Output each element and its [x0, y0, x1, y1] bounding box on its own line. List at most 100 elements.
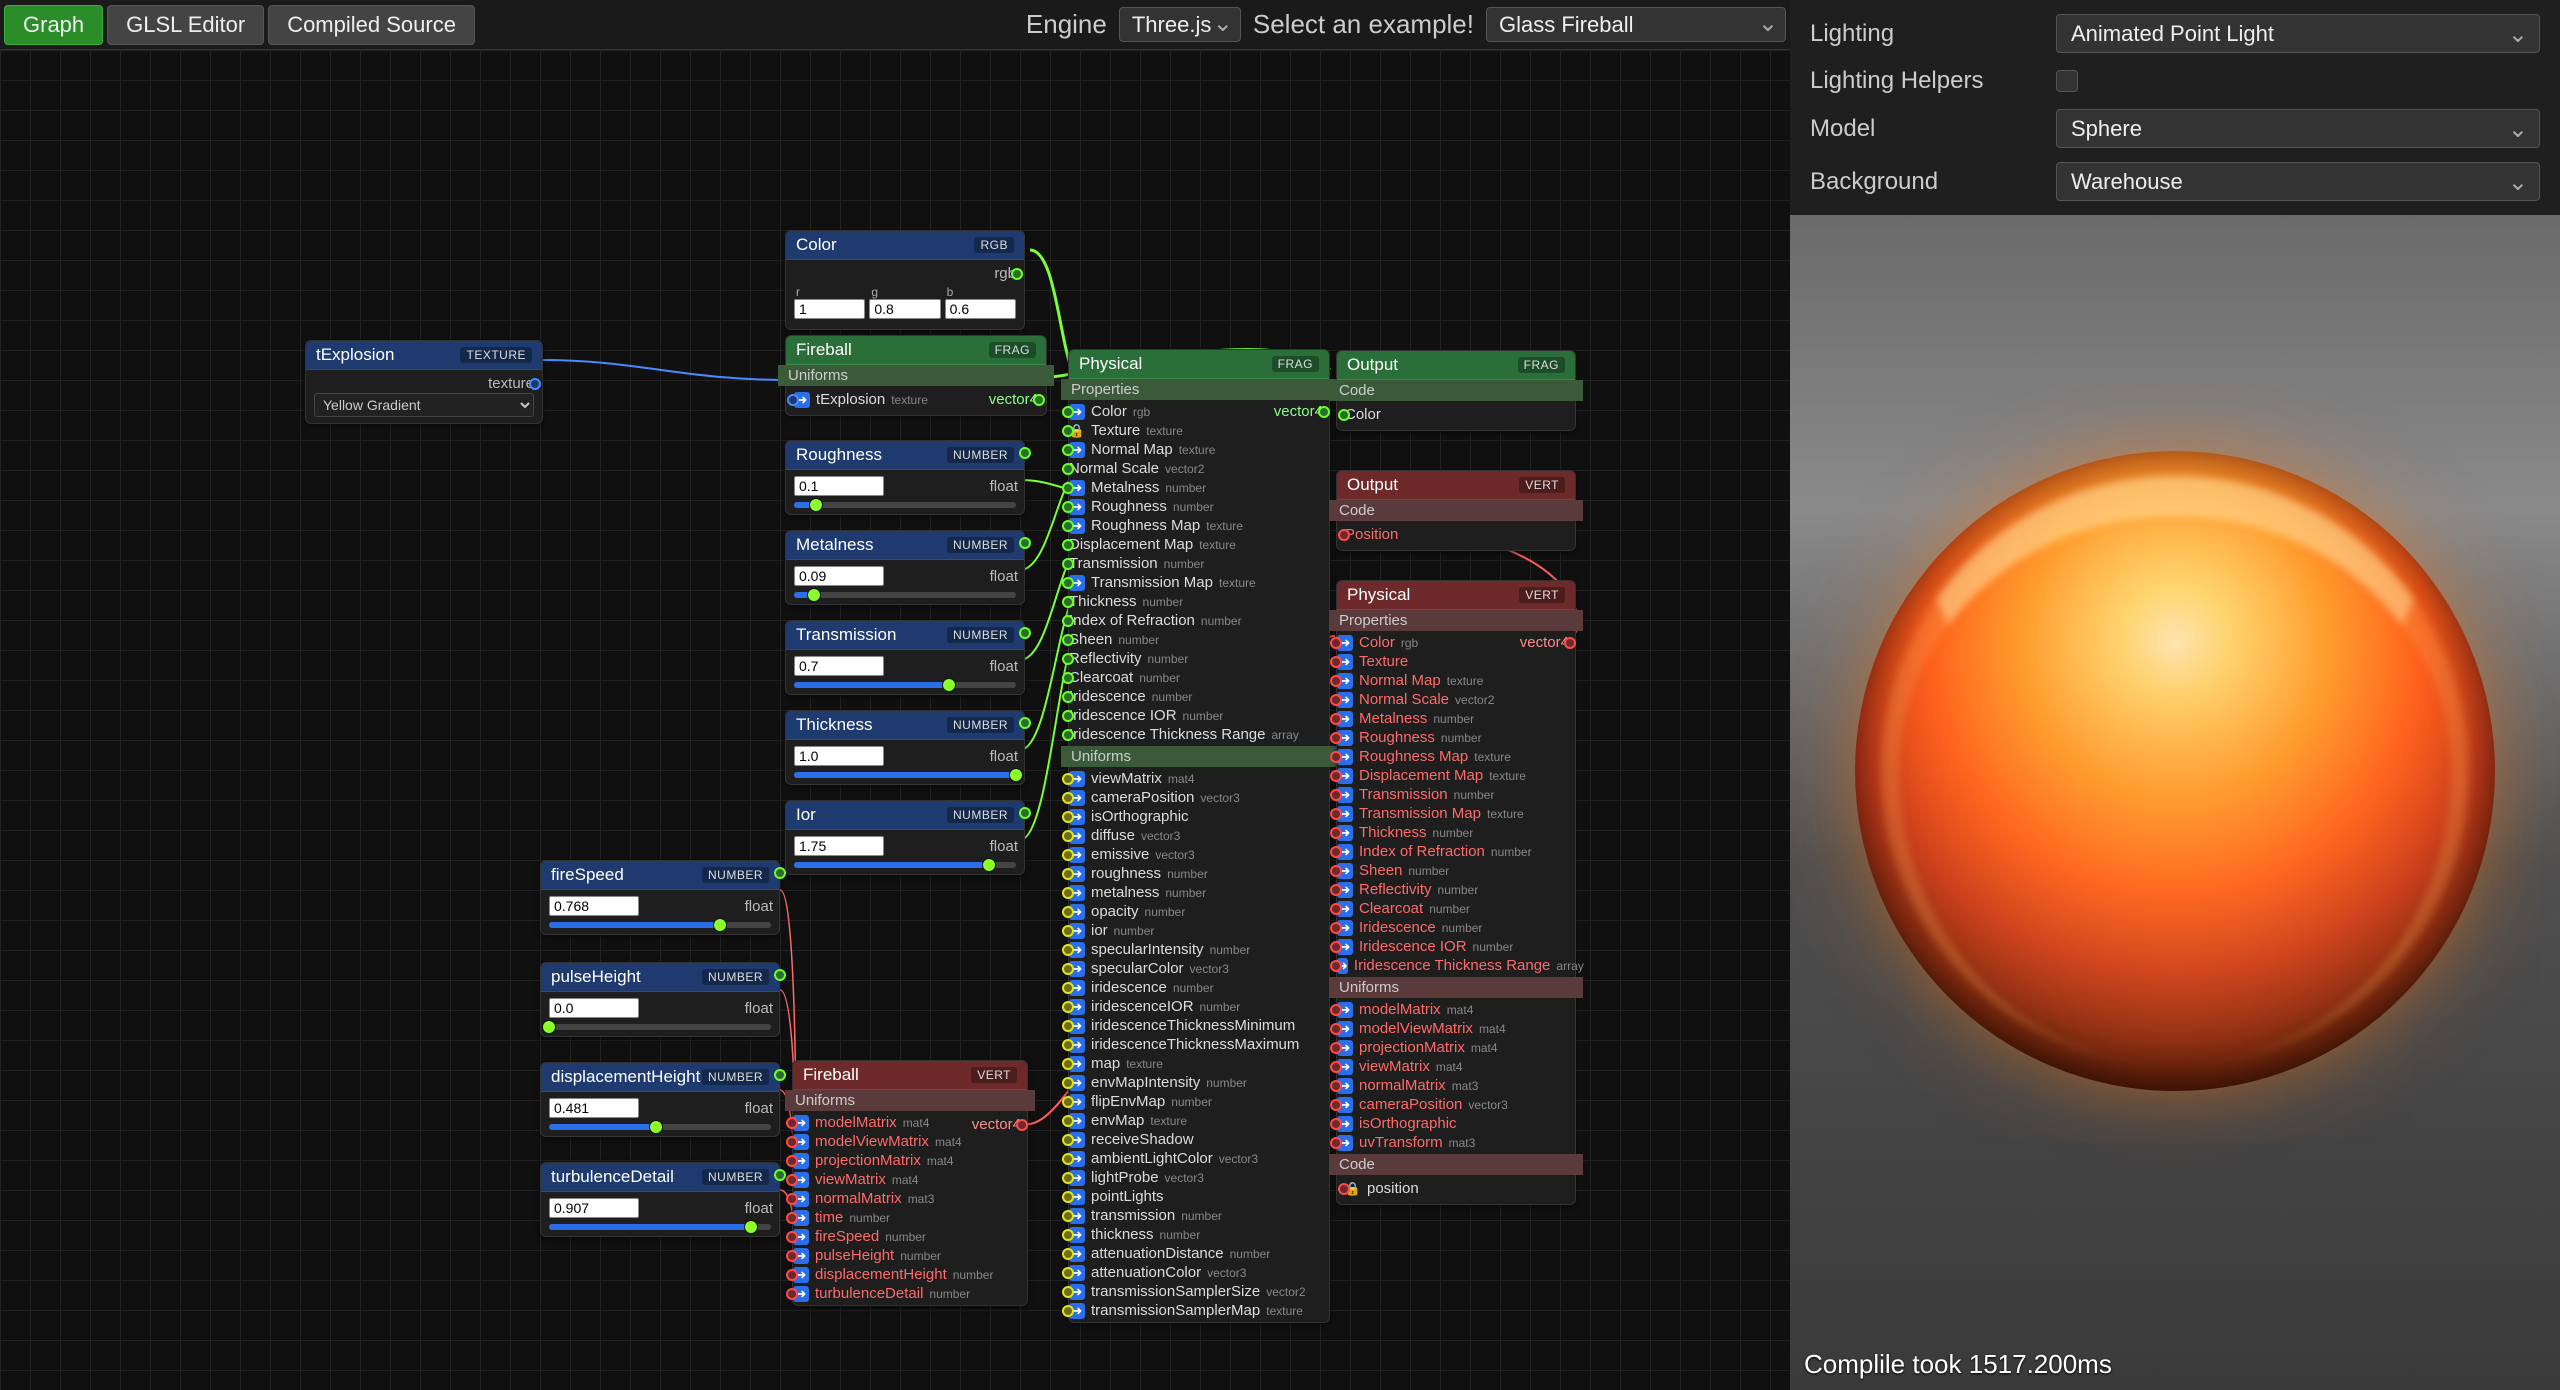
port-in[interactable]	[1062, 672, 1074, 684]
property-row[interactable]: ➜time number	[793, 1208, 1027, 1227]
port-in[interactable]	[1062, 1058, 1074, 1070]
port-in[interactable]	[1330, 960, 1342, 972]
number-input[interactable]	[794, 566, 884, 586]
property-row[interactable]: ➜envMap texture	[1069, 1111, 1329, 1130]
property-row[interactable]: ➜Roughness Map texture	[1069, 516, 1329, 535]
property-row[interactable]: ➜opacity number	[1069, 902, 1329, 921]
port-in[interactable]	[1062, 868, 1074, 880]
port-in[interactable]	[1330, 770, 1342, 782]
port-in[interactable]	[1062, 444, 1074, 456]
port-in[interactable]	[1330, 1042, 1342, 1054]
port-in[interactable]	[786, 1269, 798, 1281]
property-row[interactable]: Thickness number	[1069, 592, 1329, 611]
texture-dropdown[interactable]: Yellow Gradient	[314, 393, 534, 417]
property-row[interactable]: ➜transmissionSamplerMap texture	[1069, 1301, 1329, 1320]
property-row[interactable]: ➜iridescenceIOR number	[1069, 997, 1329, 1016]
property-row[interactable]: ➜ior number	[1069, 921, 1329, 940]
channel-b-input[interactable]	[945, 299, 1016, 319]
property-row[interactable]: ➜isOrthographic	[1337, 1114, 1575, 1133]
port-in[interactable]	[1330, 846, 1342, 858]
port-in[interactable]	[786, 1136, 798, 1148]
property-row[interactable]: ➜receiveShadow	[1069, 1130, 1329, 1149]
channel-g-input[interactable]	[869, 299, 940, 319]
port-in[interactable]	[786, 1212, 798, 1224]
model-select[interactable]: Sphere	[2056, 109, 2540, 148]
number-input[interactable]	[549, 896, 639, 916]
port-in[interactable]	[1062, 849, 1074, 861]
node-output-vert[interactable]: OutputVERT Code Position	[1336, 470, 1576, 551]
port-in[interactable]	[1330, 1137, 1342, 1149]
port-in[interactable]	[787, 394, 799, 406]
number-slider[interactable]	[794, 682, 1016, 688]
port-in[interactable]	[786, 1250, 798, 1262]
property-row[interactable]: ➜metalness number	[1069, 883, 1329, 902]
property-row[interactable]: ➜Thickness number	[1337, 823, 1575, 842]
property-row[interactable]: ➜iridescenceThicknessMinimum	[1069, 1016, 1329, 1035]
number-slider[interactable]	[549, 922, 771, 928]
property-row[interactable]: ➜Roughness number	[1337, 728, 1575, 747]
port-in[interactable]	[1062, 463, 1074, 475]
property-row[interactable]: ➜Color rgb	[1337, 633, 1575, 652]
property-row[interactable]: ➜lightProbe vector3	[1069, 1168, 1329, 1187]
port-out[interactable]	[1019, 447, 1031, 459]
property-row[interactable]: ➜fireSpeed number	[793, 1227, 1027, 1246]
property-row[interactable]: ➜Reflectivity number	[1337, 880, 1575, 899]
number-input[interactable]	[549, 1198, 639, 1218]
port-in[interactable]	[786, 1231, 798, 1243]
port-in[interactable]	[1062, 792, 1074, 804]
port-out[interactable]	[774, 1169, 786, 1181]
port-in[interactable]	[786, 1155, 798, 1167]
port-in[interactable]	[1062, 963, 1074, 975]
property-row[interactable]: ➜Iridescence number	[1337, 918, 1575, 937]
port-in[interactable]	[786, 1117, 798, 1129]
property-row[interactable]: ➜roughness number	[1069, 864, 1329, 883]
port-in[interactable]	[1062, 1305, 1074, 1317]
property-row[interactable]: ➜Displacement Map texture	[1337, 766, 1575, 785]
graph-canvas[interactable]: tExplosionTEXTURE texture Yellow Gradien…	[0, 50, 1790, 1390]
number-input[interactable]	[794, 476, 884, 496]
port-in[interactable]	[1062, 1248, 1074, 1260]
node-transmission[interactable]: TransmissionNUMBER float	[785, 620, 1025, 695]
port-in[interactable]	[1062, 1020, 1074, 1032]
port-out[interactable]	[1033, 394, 1045, 406]
property-row[interactable]: Iridescence IOR number	[1069, 706, 1329, 725]
property-row[interactable]: Clearcoat number	[1069, 668, 1329, 687]
port-in[interactable]	[1338, 529, 1350, 541]
port-in[interactable]	[1062, 710, 1074, 722]
node-pulseHeight[interactable]: pulseHeightNUMBER float	[540, 962, 780, 1037]
property-row[interactable]: ➜flipEnvMap number	[1069, 1092, 1329, 1111]
node-ior[interactable]: IorNUMBER float	[785, 800, 1025, 875]
number-slider[interactable]	[794, 772, 1016, 778]
port-in[interactable]	[1062, 1172, 1074, 1184]
property-row[interactable]: ➜Iridescence Thickness Range array	[1337, 956, 1575, 975]
property-row[interactable]: ➜normalMatrix mat3	[1337, 1076, 1575, 1095]
property-row[interactable]: ➜displacementHeight number	[793, 1265, 1027, 1284]
property-row[interactable]: ➜cameraPosition vector3	[1337, 1095, 1575, 1114]
number-input[interactable]	[794, 746, 884, 766]
channel-r-input[interactable]	[794, 299, 865, 319]
preview-viewport[interactable]: Complile took 1517.200ms	[1790, 215, 2560, 1390]
port-out[interactable]	[1011, 268, 1023, 280]
background-select[interactable]: Warehouse	[2056, 162, 2540, 201]
property-row[interactable]: ➜Transmission number	[1337, 785, 1575, 804]
property-row[interactable]: ➜attenuationDistance number	[1069, 1244, 1329, 1263]
port-in[interactable]	[1062, 925, 1074, 937]
property-row[interactable]: ➜thickness number	[1069, 1225, 1329, 1244]
property-row[interactable]: ➜Metalness number	[1069, 478, 1329, 497]
number-slider[interactable]	[549, 1124, 771, 1130]
port-in[interactable]	[1338, 1183, 1350, 1195]
node-roughness[interactable]: RoughnessNUMBER float	[785, 440, 1025, 515]
node-thickness[interactable]: ThicknessNUMBER float	[785, 710, 1025, 785]
port-in[interactable]	[1062, 1115, 1074, 1127]
property-row[interactable]: ➜pointLights	[1069, 1187, 1329, 1206]
property-row[interactable]: Index of Refraction number	[1069, 611, 1329, 630]
property-row[interactable]: ➜Normal Scale vector2	[1337, 690, 1575, 709]
port-in[interactable]	[1330, 884, 1342, 896]
number-slider[interactable]	[549, 1024, 771, 1030]
node-texplosion[interactable]: tExplosionTEXTURE texture Yellow Gradien…	[305, 340, 543, 424]
property-row[interactable]: Iridescence number	[1069, 687, 1329, 706]
port-in[interactable]	[1062, 887, 1074, 899]
property-row[interactable]: ➜Transmission Map texture	[1337, 804, 1575, 823]
property-row[interactable]: ➜cameraPosition vector3	[1069, 788, 1329, 807]
property-row[interactable]: ➜viewMatrix mat4	[1069, 769, 1329, 788]
